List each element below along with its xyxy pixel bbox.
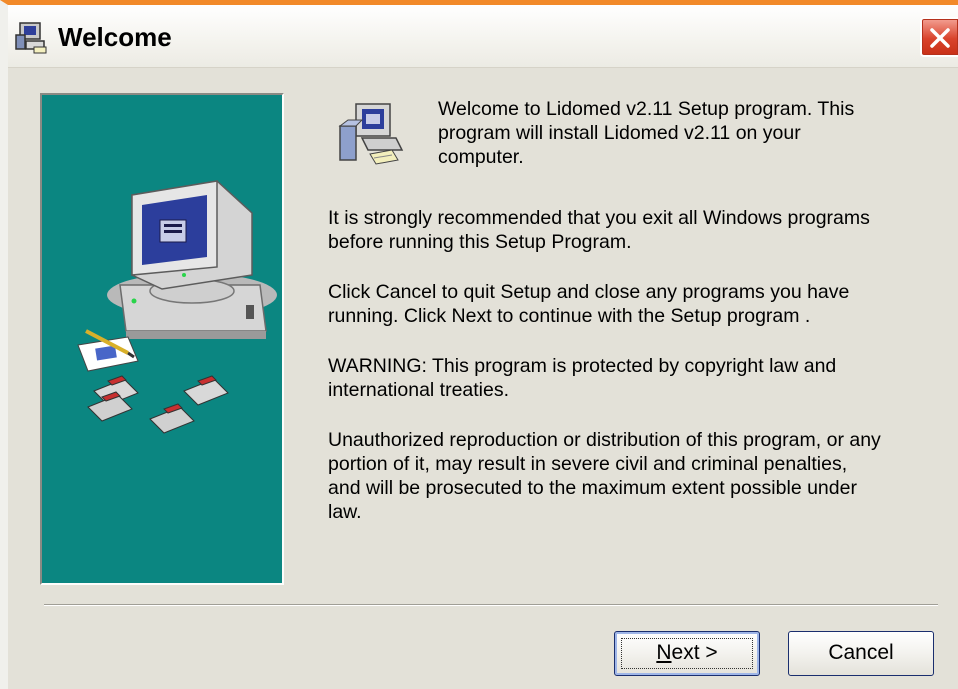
exit-programs-recommendation: It is strongly recommended that you exit…: [328, 207, 870, 253]
unauthorized-reproduction-notice: Unauthorized reproduction or distributio…: [328, 429, 881, 523]
computer-and-disks-illustration: [77, 180, 277, 434]
window-title: Welcome: [58, 22, 172, 52]
next-button-label-rest: ext >: [671, 641, 718, 664]
button-separator: [44, 604, 938, 606]
next-button-mnemonic: N: [656, 641, 672, 664]
cancel-button[interactable]: Cancel: [788, 631, 934, 676]
setup-program-icon: [14, 21, 50, 55]
close-button[interactable]: [920, 17, 958, 57]
setup-illustration-panel: [40, 93, 284, 585]
cancel-button-label: Cancel: [828, 641, 894, 664]
close-x-icon: [930, 28, 950, 48]
next-button[interactable]: Next >: [614, 631, 760, 676]
next-button-label: Next >: [656, 641, 717, 664]
title-bar[interactable]: Welcome: [8, 5, 958, 68]
setup-computer-icon: [334, 100, 406, 170]
welcome-intro-text: Welcome to Lidomed v2.11 Setup program. …: [438, 98, 855, 168]
copyright-warning: WARNING: This program is protected by co…: [328, 355, 837, 401]
setup-dialog-window: Welcome Welcome to Lidomed v2.11 Setup p…: [0, 0, 958, 689]
cancel-next-instructions: Click Cancel to quit Setup and close any…: [328, 281, 850, 327]
